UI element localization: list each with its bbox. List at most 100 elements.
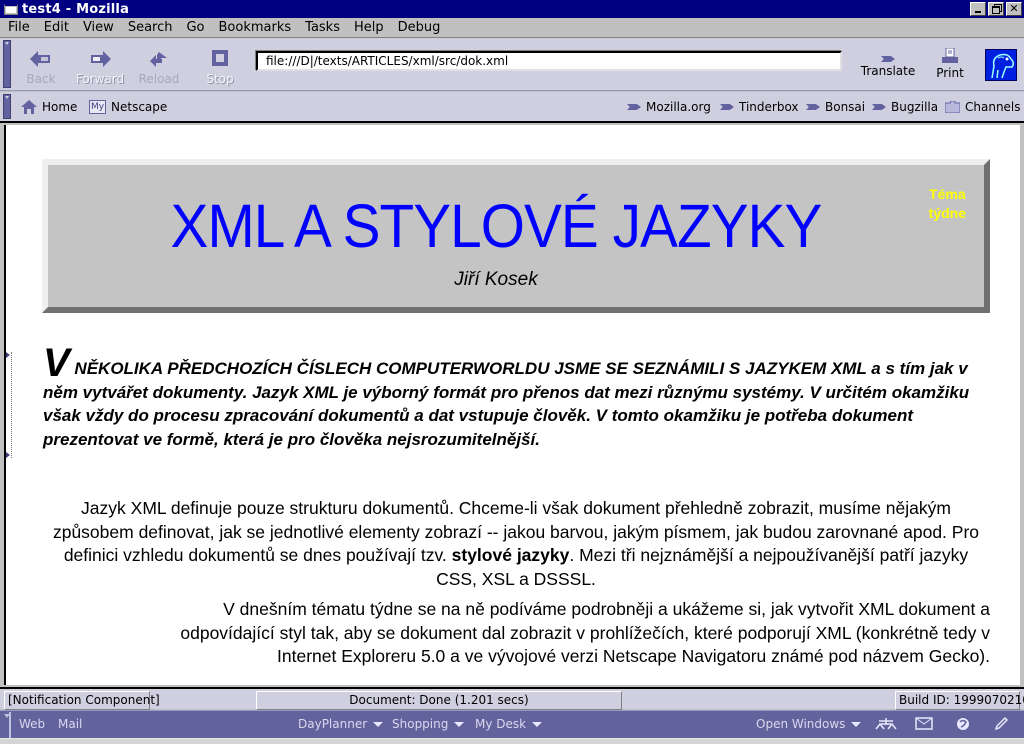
bookmark-arrow-icon [720,104,734,110]
shopping-menu[interactable]: Shopping [392,717,465,731]
url-input[interactable]: file:///D|/texts/ARTICLES/xml/src/dok.xm… [256,51,842,71]
mail-label: Mail [58,717,83,731]
stop-label: Stop [206,72,234,86]
back-arrow-icon [30,51,50,67]
forward-arrow-icon [91,51,111,67]
arrow-shape [881,56,895,62]
body-paragraph-1: Jazyk XML definuje pouze strukturu dokum… [42,497,990,591]
bookmark-bugzilla[interactable]: Bugzilla [872,100,938,114]
mail-button[interactable] [915,717,933,733]
edit-button[interactable] [994,716,1009,734]
lead-paragraph: V NĚKOLIKA PŘEDCHOZÍCH ČÍSLECH COMPUTERW… [43,343,988,451]
taskbar-grippy[interactable] [3,712,11,738]
menu-debug[interactable]: Debug [391,20,448,35]
notification-component: [Notification Component] [4,691,160,710]
chevron-down-icon [851,721,862,727]
open-windows-label: Open Windows [756,717,846,731]
bookmark-arrow-icon [627,104,641,110]
article-author: Jiří Kosek [454,269,538,290]
menu-search[interactable]: Search [121,20,180,35]
my-netscape-icon: My [89,100,106,114]
paragraph-line: odpovídající styl tak, aby se dokument d… [180,622,990,643]
navigator-button[interactable] [875,717,897,734]
navigation-toolbar: Back Forward Reload Stop file:///D|/text… [0,38,1024,91]
menu-tasks[interactable]: Tasks [298,20,347,35]
composer-button[interactable] [956,717,970,734]
dayplanner-menu[interactable]: DayPlanner [298,717,384,731]
bookmark-label: Bugzilla [891,100,939,114]
close-button[interactable]: ✕ [1006,2,1022,16]
netscape-label: Netscape [111,100,168,114]
open-windows-menu[interactable]: Open Windows [756,717,862,731]
drop-cap: V [43,341,70,385]
bookmark-label: Mozilla.org [646,100,711,114]
home-icon [21,100,37,114]
maximize-button[interactable] [988,2,1004,16]
navigator-icon [875,718,897,730]
forward-button[interactable]: Forward [70,48,130,88]
forward-label: Forward [75,72,125,86]
bookmark-label: Bonsai [825,100,866,114]
home-label: Home [42,100,78,114]
mozilla-throbber-logo[interactable] [985,49,1017,81]
print-label: Print [936,66,964,80]
back-button[interactable]: Back [11,48,71,88]
task-bar: Web Mail DayPlanner Shopping My Desk Ope… [0,710,1024,738]
back-label: Back [26,72,56,86]
personal-toolbar-grippy[interactable] [3,94,11,119]
minimize-button[interactable] [970,2,986,16]
body-paragraph-2: V dnešním tématu týdne se na ně podíváme… [42,598,990,669]
mail-link[interactable]: Mail [58,717,82,731]
reload-button[interactable]: Reload [129,48,189,88]
menu-go[interactable]: Go [179,20,211,35]
web-link[interactable]: Web [19,717,45,731]
bookmark-label: Tinderbox [739,100,799,114]
menu-view[interactable]: View [76,20,121,35]
window-app-icon[interactable] [4,3,18,15]
channels-button[interactable]: Channels [945,100,1021,114]
topic-of-week-tag: Téma týdne [929,185,966,223]
mail-icon [915,717,933,730]
folder-icon [945,101,960,113]
translate-arrow-icon [881,56,895,62]
bookmark-arrow-icon [806,104,820,110]
toolbar-grippy[interactable] [3,40,11,88]
lead-caps: NĚKOLIKA PŘEDCHOZÍCH ČÍSLECH COMPUTERWOR… [74,359,827,378]
article-banner: XML A STYLOVÉ JAZYKY Jiří Kosek Téma týd… [42,159,990,313]
title-bar: test4 - Mozilla ✕ [0,0,1024,18]
bookmark-bonsai[interactable]: Bonsai [806,100,865,114]
article-title: XML A STYLOVÉ JAZYKY [170,192,823,260]
pencil-icon [994,716,1009,731]
page-content[interactable]: XML A STYLOVÉ JAZYKY Jiří Kosek Téma týd… [4,125,1020,685]
status-text: Document: Done (1.201 secs) [256,691,622,710]
bookmark-tinderbox[interactable]: Tinderbox [720,100,799,114]
printer-icon [942,48,958,63]
stop-icon [212,50,228,66]
bookmark-arrow-icon [872,104,886,110]
mozilla-dinosaur-icon [991,53,1015,79]
sidebar-collapse-tab[interactable] [6,352,12,458]
channels-label: Channels [965,100,1021,114]
menu-bar: File Edit View Search Go Bookmarks Tasks… [0,18,1024,38]
menu-edit[interactable]: Edit [37,20,76,35]
bookmark-mozilla-org[interactable]: Mozilla.org [627,100,711,114]
reload-icon [150,52,167,67]
translate-button[interactable]: Translate [858,48,918,78]
emphasized-term: stylové jazyky [451,545,570,565]
translate-label: Translate [860,64,916,78]
print-button[interactable]: Print [930,48,970,80]
stop-button[interactable]: Stop [190,48,250,88]
mydesk-menu[interactable]: My Desk [475,717,543,731]
dayplanner-label: DayPlanner [298,717,368,731]
home-button[interactable]: Home [21,100,77,114]
chevron-down-icon [454,721,465,727]
menu-help[interactable]: Help [347,20,391,35]
netscape-button[interactable]: My Netscape [89,100,167,114]
menu-bookmarks[interactable]: Bookmarks [212,20,299,35]
tag-line-1: Téma [929,186,966,202]
paragraph-line: Internet Exploreru 5.0 a ve vývojové ver… [277,646,990,666]
build-id: Build ID: 1999070210 [895,691,1024,710]
reload-label: Reload [138,72,180,86]
menu-file[interactable]: File [0,20,37,35]
paragraph-line: V dnešním tématu týdne se na ně podíváme… [223,599,990,619]
